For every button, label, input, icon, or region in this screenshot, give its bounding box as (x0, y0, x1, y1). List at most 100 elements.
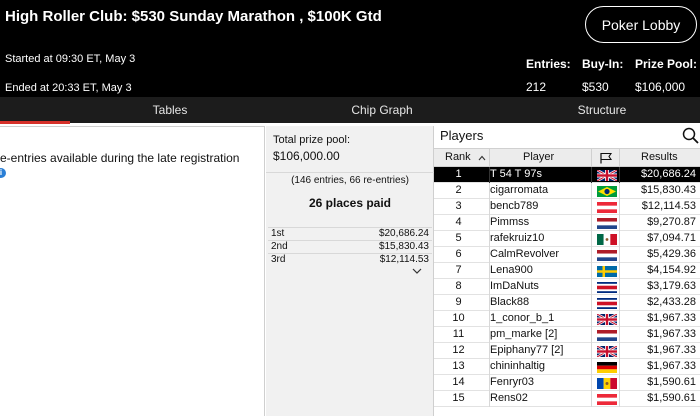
player-name: Epiphany77 [2] (490, 344, 564, 356)
tab-tables[interactable]: Tables (70, 97, 270, 123)
tab-structure[interactable]: Structure (502, 97, 700, 123)
player-rank: 13 (452, 360, 465, 372)
player-result: $7,094.71 (647, 232, 696, 244)
column-divider (619, 327, 620, 343)
tournament-header: High Roller Club: $530 Sunday Marathon ,… (0, 0, 700, 97)
player-rank: 2 (455, 184, 462, 196)
info-icon[interactable]: i (0, 168, 6, 178)
payout-row: 1st $20,686.24 (268, 227, 432, 240)
player-result: $20,686.24 (640, 168, 696, 180)
player-row[interactable]: 13 chininhaltig $1,967.33 (434, 359, 700, 375)
column-divider (619, 279, 620, 295)
player-row[interactable]: 5 rafekruiz10 $7,094.71 (434, 231, 700, 247)
column-divider (591, 359, 592, 375)
player-rank: 10 (452, 312, 465, 324)
search-icon[interactable] (682, 127, 699, 144)
column-divider (619, 263, 620, 279)
player-rank: 12 (452, 344, 465, 356)
payout-amount: $12,114.53 (379, 254, 429, 265)
chevron-down-icon[interactable] (412, 267, 422, 275)
player-row[interactable]: 8 ImDaNuts $3,179.63 (434, 279, 700, 295)
player-rank: 7 (455, 264, 462, 276)
mexico-flag-icon (597, 234, 617, 245)
column-divider (591, 167, 592, 183)
player-result: $1,967.33 (647, 360, 696, 372)
rank-column-header[interactable]: Rank (445, 151, 471, 163)
column-divider (619, 247, 620, 263)
tab-bar: Tables Chip Graph Structure (0, 97, 700, 124)
column-divider (619, 183, 620, 199)
total-prize-pool-value: $106,000.00 (273, 149, 340, 163)
player-rank: 3 (455, 200, 462, 212)
player-name: Rens02 (490, 392, 528, 404)
player-name: T 54 T 97s (490, 168, 542, 180)
player-column-header[interactable]: Player (523, 151, 554, 163)
player-row[interactable]: 2 cigarromata $15,830.43 (434, 183, 700, 199)
player-rank: 9 (455, 296, 462, 308)
column-divider (591, 279, 592, 295)
players-title: Players (440, 128, 484, 143)
players-list: 1 T 54 T 97s $20,686.24 2 cigarromata $15,830… (434, 167, 700, 407)
player-name: Lena900 (490, 264, 533, 276)
player-result: $1,590.61 (647, 392, 696, 404)
sort-ascending-icon[interactable] (478, 155, 486, 161)
player-row[interactable]: 6 CalmRevolver $5,429.36 (434, 247, 700, 263)
tab-chip-graph[interactable]: Chip Graph (282, 97, 482, 123)
poker-lobby-button[interactable]: Poker Lobby (585, 6, 697, 43)
player-name: CalmRevolver (490, 248, 560, 260)
player-name: Pimmss (490, 216, 530, 228)
tournament-title: High Roller Club: $530 Sunday Marathon ,… (5, 8, 382, 25)
players-panel: Players Rank Player Results 1 T 54 T 97s $… (434, 126, 700, 416)
end-time: Ended at 20:33 ET, May 3 (5, 82, 132, 94)
payout-amount: $20,686.24 (378, 228, 429, 239)
players-table-header: Rank Player Results (434, 148, 700, 167)
total-prize-pool-label: Total prize pool: (273, 134, 351, 146)
player-rank: 5 (455, 232, 462, 244)
germany-flag-icon (597, 362, 617, 373)
player-result: $5,429.36 (647, 248, 696, 260)
payout-row: 2nd $15,830.43 (268, 240, 432, 253)
column-divider (591, 343, 592, 359)
column-divider (591, 263, 592, 279)
player-row[interactable]: 14 Fenryr03 $1,590.61 (434, 375, 700, 391)
netherlands-flag-icon (597, 250, 617, 261)
player-name: chininhaltig (490, 360, 546, 372)
player-row[interactable]: 3 bencb789 $12,114.53 (434, 199, 700, 215)
moldova-flag-icon (597, 378, 617, 389)
column-divider (591, 149, 592, 166)
column-divider (619, 311, 620, 327)
column-divider (619, 167, 620, 183)
player-row[interactable]: 10 1_conor_b_1 $1,967.33 (434, 311, 700, 327)
player-row[interactable]: 1 T 54 T 97s $20,686.24 (434, 167, 700, 183)
start-time: Started at 09:30 ET, May 3 (5, 53, 136, 65)
player-rank: 14 (452, 376, 465, 388)
column-divider (591, 231, 592, 247)
player-result: $12,114.53 (641, 200, 696, 212)
player-row[interactable]: 12 Epiphany77 [2] $1,967.33 (434, 343, 700, 359)
tables-panel: re-entries available during the late reg… (0, 126, 265, 416)
player-rank: 1 (455, 168, 462, 180)
results-column-header[interactable]: Results (641, 151, 678, 163)
payout-place: 3rd (271, 254, 286, 265)
player-result: $15,830.43 (640, 184, 696, 196)
active-tab-indicator (0, 121, 70, 124)
player-result: $4,154.92 (647, 264, 696, 276)
prize-pool-panel: Total prize pool: $106,000.00 (146 entri… (266, 126, 434, 416)
player-name: cigarromata (490, 184, 549, 196)
player-row[interactable]: 11 pm_marke [2] $1,967.33 (434, 327, 700, 343)
payout-place: 1st (271, 228, 285, 239)
flag-column-icon[interactable] (599, 152, 613, 164)
player-row[interactable]: 4 Pimmss $9,270.87 (434, 215, 700, 231)
entries-detail: (146 entries, 66 re-entries) (266, 172, 434, 186)
column-divider (619, 215, 620, 231)
player-row[interactable]: 7 Lena900 $4,154.92 (434, 263, 700, 279)
player-row[interactable]: 9 Black88 $2,433.28 (434, 295, 700, 311)
buyin-value: $530 (582, 80, 609, 94)
player-row[interactable]: 15 Rens02 $1,590.61 (434, 391, 700, 407)
uk-flag-icon (597, 314, 617, 325)
places-paid: 26 places paid (308, 196, 392, 210)
player-name: pm_marke [2] (490, 328, 558, 340)
column-divider (591, 295, 592, 311)
uk-flag-icon (597, 170, 617, 181)
column-divider (591, 183, 592, 199)
